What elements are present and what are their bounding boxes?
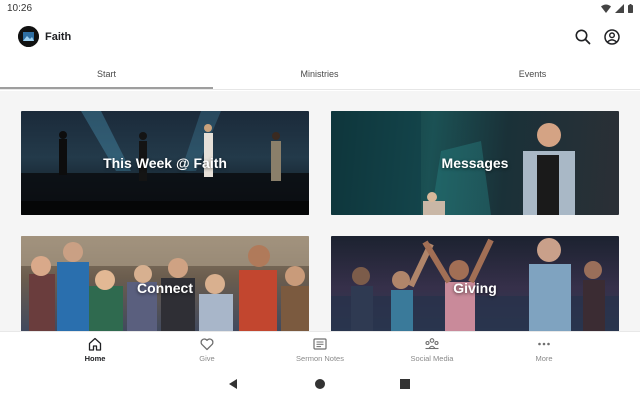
notes-icon <box>313 338 327 350</box>
card-messages[interactable]: Messages <box>331 111 619 215</box>
status-time: 10:26 <box>7 3 33 14</box>
status-bar: 10:26 <box>0 0 640 18</box>
home-circle-icon[interactable] <box>313 377 327 391</box>
card-giving-label: Giving <box>453 280 497 296</box>
battery-icon <box>628 4 633 13</box>
tab-indicator <box>0 87 213 89</box>
nav-social-media-label: Social Media <box>410 354 454 363</box>
nav-more-label: More <box>535 354 553 363</box>
nav-give-label: Give <box>199 354 215 363</box>
signal-icon <box>615 4 624 13</box>
home-icon <box>88 337 102 351</box>
nav-home[interactable]: Home <box>39 336 151 370</box>
search-button[interactable] <box>574 28 592 46</box>
start-content: This Week @ Faith Messages Connect Givin… <box>0 91 640 331</box>
back-icon[interactable] <box>226 377 240 391</box>
more-icon <box>538 342 550 346</box>
nav-social-media[interactable]: Social Media <box>376 336 488 370</box>
account-icon <box>604 29 620 45</box>
app-title: Faith <box>45 31 72 43</box>
bottom-nav: Home Give Sermon Notes Social Media More <box>0 331 640 369</box>
nav-sermon-notes[interactable]: Sermon Notes <box>264 336 376 370</box>
card-messages-label: Messages <box>441 155 509 171</box>
recents-icon[interactable] <box>398 377 412 391</box>
card-connect[interactable]: Connect <box>21 236 309 331</box>
nav-home-label: Home <box>84 354 106 363</box>
top-tabs: Start Ministries Events <box>0 62 640 90</box>
nav-give[interactable]: Give <box>151 336 263 370</box>
tab-ministries[interactable]: Ministries <box>213 62 426 89</box>
account-button[interactable] <box>603 28 621 46</box>
tab-events[interactable]: Events <box>426 62 639 89</box>
wifi-icon <box>601 4 611 13</box>
app-bar: Faith <box>0 18 640 58</box>
tab-start[interactable]: Start <box>0 62 213 89</box>
card-connect-label: Connect <box>137 280 193 296</box>
social-media-icon <box>425 338 439 350</box>
card-this-week-label: This Week @ Faith <box>103 155 227 171</box>
faith-logo <box>18 26 39 47</box>
nav-sermon-notes-label: Sermon Notes <box>296 354 344 363</box>
status-icons <box>601 4 633 13</box>
card-this-week[interactable]: This Week @ Faith <box>21 111 309 215</box>
search-icon <box>575 29 591 45</box>
card-giving[interactable]: Giving <box>331 236 619 331</box>
nav-more[interactable]: More <box>488 336 600 370</box>
heart-icon <box>200 338 214 351</box>
system-nav-bar <box>0 369 640 400</box>
